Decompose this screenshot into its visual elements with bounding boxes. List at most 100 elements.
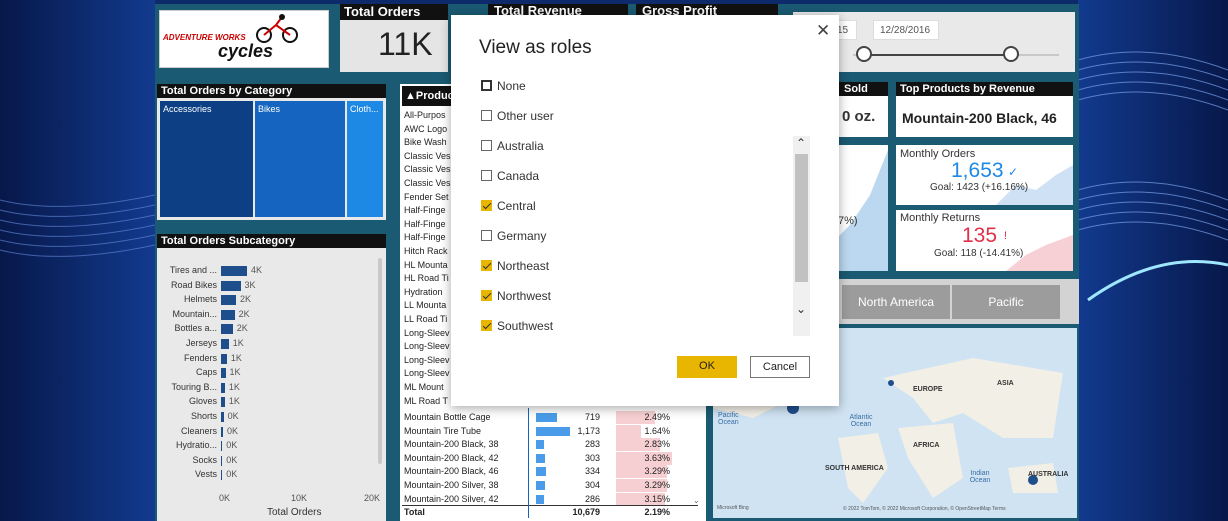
product-name-cell[interactable]: Hitch Rack: [404, 246, 448, 256]
table-row[interactable]: Mountain-200 Black, 42 303 3.63%: [402, 451, 698, 465]
bar[interactable]: [221, 397, 225, 408]
scroll-down-icon[interactable]: ⌄: [693, 496, 700, 505]
role-option[interactable]: None: [481, 77, 526, 95]
bar[interactable]: [221, 470, 223, 481]
product-name-cell[interactable]: Long-Sleev: [404, 368, 450, 378]
bar[interactable]: [221, 266, 247, 276]
subcategory-bar-row[interactable]: Gloves 1K: [157, 396, 377, 408]
product-name-cell[interactable]: Long-Sleev: [404, 341, 450, 351]
subcategory-bar-row[interactable]: Fenders 1K: [157, 353, 377, 365]
role-option[interactable]: Northeast: [481, 257, 549, 275]
product-name-cell[interactable]: Half-Finge: [404, 205, 446, 215]
slider-handle-end[interactable]: [1003, 46, 1019, 62]
subcategory-bar-row[interactable]: Vests 0K: [157, 469, 377, 481]
monthly-returns-card[interactable]: Monthly Returns 135 ! Goal: 118 (-14.41%…: [896, 210, 1073, 271]
product-name-cell[interactable]: HL Road Ti: [404, 273, 449, 283]
bar[interactable]: [221, 426, 223, 437]
checkbox[interactable]: [481, 140, 492, 151]
subcategory-bar-row[interactable]: Bottles a... 2K: [157, 323, 377, 335]
bar[interactable]: [221, 441, 223, 452]
product-name-cell[interactable]: Long-Sleev: [404, 355, 450, 365]
product-name-cell[interactable]: LL Road Ti: [404, 314, 447, 324]
slider-handle-start[interactable]: [856, 46, 872, 62]
bar[interactable]: [221, 324, 233, 335]
date-end-input[interactable]: 12/28/2016: [873, 20, 939, 40]
total-orders-card[interactable]: Total Orders 11K: [340, 4, 448, 72]
subcategory-bar-row[interactable]: Jerseys 1K: [157, 338, 377, 350]
subcategory-bar-row[interactable]: Road Bikes 3K: [157, 280, 377, 292]
ok-button[interactable]: OK: [677, 356, 737, 378]
checkbox[interactable]: [481, 200, 492, 211]
checkbox[interactable]: [481, 110, 492, 121]
bar[interactable]: [221, 295, 236, 306]
product-name-cell[interactable]: Classic Ves: [404, 164, 451, 174]
product-name-cell[interactable]: ML Road T: [404, 396, 448, 406]
product-name-cell[interactable]: AWC Logo: [404, 124, 447, 134]
checkbox[interactable]: [481, 260, 492, 271]
role-option[interactable]: Germany: [481, 227, 546, 245]
bar[interactable]: [221, 455, 223, 466]
role-option[interactable]: Central: [481, 197, 536, 215]
bar[interactable]: [221, 382, 225, 393]
bar[interactable]: [221, 309, 235, 320]
subcategory-bar-row[interactable]: Caps 1K: [157, 367, 377, 379]
table-row[interactable]: Mountain-200 Silver, 38 304 3.29%: [402, 479, 698, 492]
scrollbar-thumb[interactable]: [795, 154, 808, 282]
role-option[interactable]: Other user: [481, 107, 554, 125]
product-name-cell[interactable]: Classic Ves: [404, 151, 451, 161]
product-name-cell[interactable]: Hydration: [404, 287, 443, 297]
product-name-cell[interactable]: ML Mount: [404, 382, 444, 392]
bar[interactable]: [221, 353, 227, 364]
subcategory-bar-row[interactable]: Shorts 0K: [157, 411, 377, 423]
product-name-cell[interactable]: Fender Set: [404, 192, 449, 202]
product-name-cell[interactable]: Long-Sleev: [404, 328, 450, 338]
category-treemap[interactable]: Total Orders by Category Accessories Bik…: [157, 84, 386, 220]
role-option[interactable]: Northwest: [481, 287, 551, 305]
table-row[interactable]: Mountain-200 Black, 46 334 3.29%: [402, 465, 698, 479]
product-name-cell[interactable]: Bike Wash: [404, 137, 447, 147]
table-row[interactable]: Mountain Tire Tube 1,173 1.64%: [402, 424, 698, 438]
checkbox[interactable]: [481, 80, 492, 91]
region-pacific[interactable]: Pacific: [952, 285, 1060, 319]
subcategory-bar-row[interactable]: Mountain... 2K: [157, 309, 377, 321]
scrollbar[interactable]: [378, 258, 382, 464]
table-row[interactable]: Mountain Bottle Cage 719 2.49%: [402, 411, 698, 424]
cancel-button[interactable]: Cancel: [750, 356, 810, 378]
role-option[interactable]: Southwest: [481, 317, 553, 335]
table-row[interactable]: Mountain-200 Black, 38 283 2.83%: [402, 438, 698, 452]
bar[interactable]: [221, 339, 229, 349]
checkbox[interactable]: [481, 320, 492, 331]
subcategory-bar-row[interactable]: Socks 0K: [157, 455, 377, 467]
monthly-orders-card[interactable]: Monthly Orders 1,653 ✓ Goal: 1423 (+16.1…: [896, 145, 1073, 205]
role-option[interactable]: Australia: [481, 137, 544, 155]
bar[interactable]: [221, 368, 226, 379]
checkbox[interactable]: [481, 230, 492, 241]
close-icon[interactable]: ✕: [816, 21, 830, 41]
treemap-cell-accessories[interactable]: Accessories: [160, 101, 253, 217]
subcategory-bar-row[interactable]: Cleaners 0K: [157, 426, 377, 438]
subcategory-bar-row[interactable]: Hydratio... 0K: [157, 440, 377, 452]
subcategory-bar-row[interactable]: Tires and ... 4K: [157, 265, 377, 277]
scroll-up-icon[interactable]: ⌃: [796, 136, 806, 150]
checkbox[interactable]: [481, 290, 492, 301]
role-option[interactable]: Canada: [481, 167, 539, 185]
product-name-cell[interactable]: Half-Finge: [404, 219, 446, 229]
region-north-america[interactable]: North America: [842, 285, 950, 319]
scroll-down-icon[interactable]: ⌄: [796, 302, 806, 316]
subcategory-bar-row[interactable]: Helmets 2K: [157, 294, 377, 306]
product-name-cell[interactable]: HL Mounta: [404, 260, 448, 270]
treemap-cell-clothing[interactable]: Cloth...: [347, 101, 383, 217]
product-name-cell[interactable]: All-Purpos: [404, 110, 446, 120]
bar[interactable]: [221, 280, 241, 291]
treemap-cell-bikes[interactable]: Bikes: [255, 101, 345, 217]
checkbox[interactable]: [481, 170, 492, 181]
bar[interactable]: [221, 412, 224, 422]
product-name-cell[interactable]: LL Mounta: [404, 300, 446, 310]
product-name-cell[interactable]: Half-Finge: [404, 232, 446, 242]
subcategory-bar-row[interactable]: Touring B... 1K: [157, 382, 377, 394]
table-row[interactable]: Mountain-200 Silver, 42 286 3.15%: [402, 492, 698, 506]
product-name-cell[interactable]: Classic Ves: [404, 178, 451, 188]
subcategory-chart[interactable]: Total Orders Subcategory Tires and ... 4K…: [157, 234, 386, 521]
map-credit[interactable]: © 2022 TomTom, © 2022 Microsoft Corporat…: [843, 506, 1006, 512]
roles-scrollbar[interactable]: ⌃ ⌄: [793, 136, 810, 336]
